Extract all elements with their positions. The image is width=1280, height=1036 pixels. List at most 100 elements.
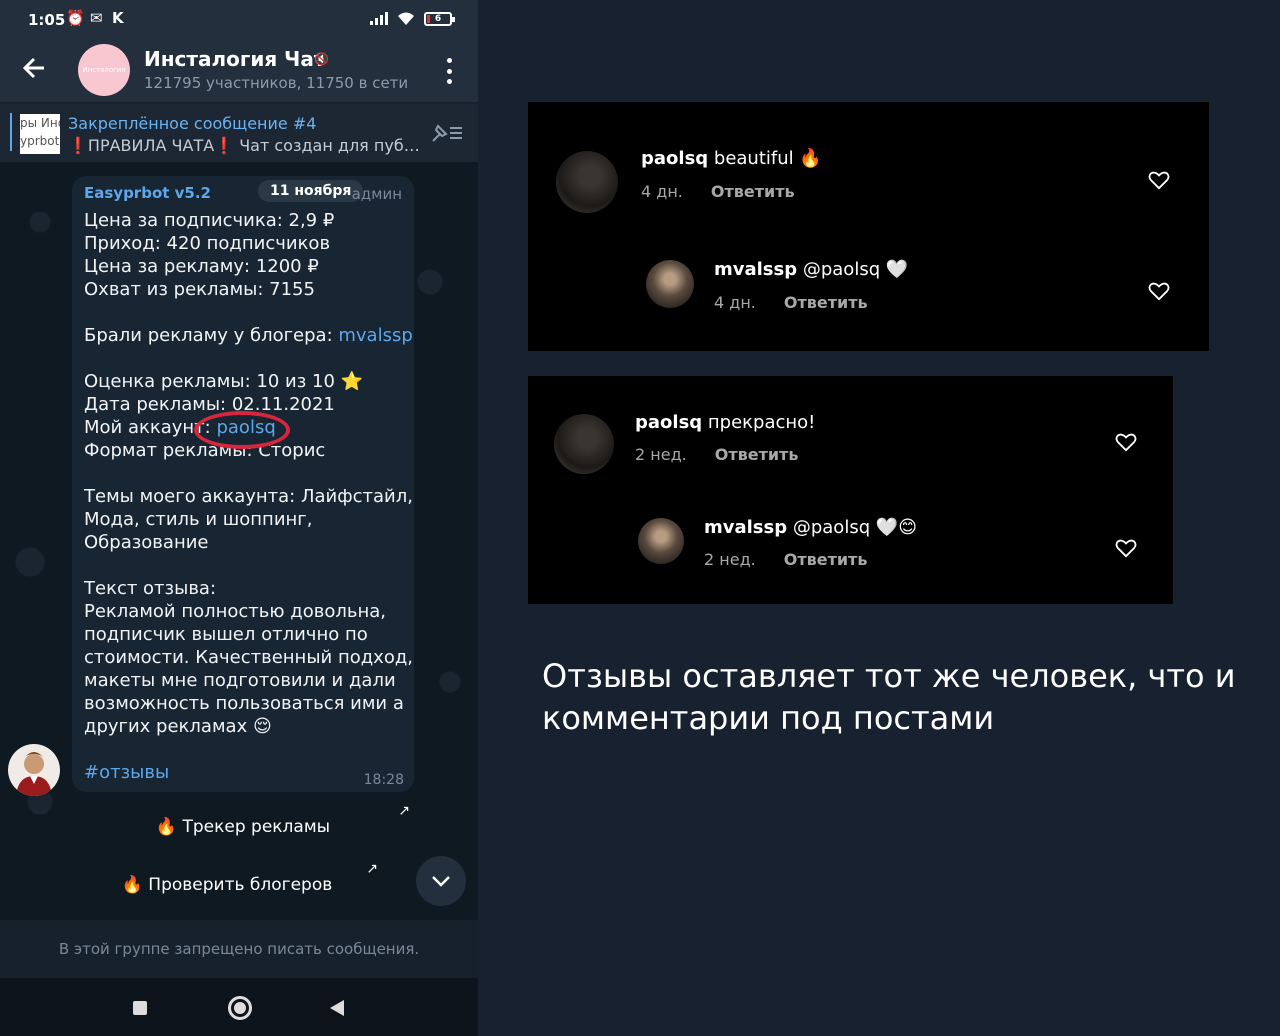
pinned-message[interactable]: ры Инс yprbot Закреплённое сообщение #4 …	[0, 104, 478, 162]
message-line: других рекламах 😌	[84, 715, 413, 738]
mute-icon: 🔇	[314, 52, 329, 66]
message-line-text: Образование	[84, 532, 209, 553]
commenter-avatar[interactable]	[638, 518, 684, 564]
comment-text: mvalssp @paolsq 🤍	[714, 259, 908, 280]
message-line: стоимости. Качественный подход,	[84, 646, 413, 669]
comment-age: 2 нед.	[704, 550, 756, 569]
chevron-down-icon	[432, 876, 450, 887]
message-line-text: Рекламой полностью довольна,	[84, 601, 386, 622]
message-line-text: Мода, стиль и шоппинг,	[84, 509, 313, 530]
recents-icon[interactable]	[133, 1001, 147, 1015]
message-line-text: Цена за рекламу: 1200 ₽	[84, 256, 319, 277]
message-line: подписчик вышел отлично по	[84, 623, 413, 646]
chat-avatar-text: Инсталогия	[82, 66, 126, 74]
pinned-thumb-line2: yprbot	[20, 134, 60, 148]
pin-list-icon[interactable]	[430, 122, 464, 144]
back-arrow-icon[interactable]	[20, 53, 48, 83]
chat-subtitle: 121795 участников, 11750 в сети	[144, 74, 409, 92]
home-icon[interactable]	[228, 996, 252, 1020]
message-line: возможность пользоваться ими а	[84, 692, 413, 715]
comment-meta: 4 дн. Ответить	[714, 293, 868, 312]
reply-button[interactable]: Ответить	[715, 445, 799, 464]
avatar-figure	[16, 752, 52, 796]
message-line-text: стоимости. Качественный подход,	[84, 647, 414, 668]
comment-username[interactable]: mvalssp	[704, 517, 787, 538]
comment-username[interactable]: paolsq	[641, 148, 708, 169]
commenter-avatar[interactable]	[646, 260, 694, 308]
heart-icon[interactable]	[1148, 170, 1170, 190]
scroll-down-button[interactable]	[416, 856, 466, 906]
message-line-text: других рекламах 😌	[84, 716, 272, 737]
message-line: Приход: 420 подписчиков	[84, 232, 413, 255]
commenter-avatar[interactable]	[554, 414, 614, 474]
comment-text: paolsq beautiful 🔥	[641, 148, 822, 169]
more-menu-icon[interactable]	[440, 58, 458, 84]
message-line: Цена за рекламу: 1200 ₽	[84, 255, 413, 278]
chat-title[interactable]: Инсталогия Чат	[144, 47, 325, 71]
pinned-thumb-line1: ры Инс	[20, 116, 60, 130]
heart-icon[interactable]	[1115, 432, 1137, 452]
heart-icon[interactable]	[1148, 281, 1170, 301]
comment-meta: 4 дн. Ответить	[641, 182, 795, 201]
status-icons: 6	[370, 11, 455, 26]
pin-indicator	[10, 113, 12, 151]
mail-icon: ✉	[90, 9, 103, 27]
heart-icon[interactable]	[1115, 538, 1137, 558]
tracker-button[interactable]: 🔥 Трекер рекламы ↗	[72, 802, 414, 852]
message-sender[interactable]: Easyprbot v5.2	[84, 184, 211, 202]
comment-age: 4 дн.	[714, 293, 756, 312]
k-app-icon: K	[112, 9, 124, 27]
chat-header: Инсталогия Инсталогия Чат 🔇 121795 участ…	[0, 38, 478, 102]
message-line-text: Цена за подписчика: 2,9 ₽	[84, 210, 335, 231]
message-line: макеты мне подготовили и дали	[84, 669, 413, 692]
commenter-avatar[interactable]	[556, 151, 618, 213]
message-line-text: Брали рекламу у блогера:	[84, 325, 339, 346]
check-bloggers-button[interactable]: 🔥 Проверить блогеров ↗	[56, 860, 398, 910]
comment-meta: 2 нед. Ответить	[635, 445, 798, 464]
comment-text: paolsq прекрасно!	[635, 412, 815, 433]
message-line: Рекламой полностью довольна,	[84, 600, 413, 623]
message-line-text: Оценка рекламы: 10 из 10 ⭐	[84, 371, 364, 392]
instagram-comments-panel-2: paolsq прекрасно! 2 нед. Ответить mvalssp…	[528, 376, 1173, 604]
wifi-icon	[398, 12, 414, 25]
message-link[interactable]: #отзывы	[84, 762, 169, 783]
check-bloggers-button-label: 🔥 Проверить блогеров	[121, 875, 333, 895]
battery-level: 6	[434, 13, 442, 24]
external-link-icon: ↗	[398, 803, 410, 819]
message-line: Охват из рекламы: 7155	[84, 278, 413, 301]
comment-age: 2 нед.	[635, 445, 687, 464]
message-line-text: Приход: 420 подписчиков	[84, 233, 331, 254]
message-bubble[interactable]: Easyprbot v5.2 11 ноября админ Цена за п…	[72, 176, 414, 792]
android-nav-bar	[0, 978, 478, 1036]
comment-body: прекрасно!	[702, 412, 816, 433]
slide-caption: Отзывы оставляет тот же человек, что и к…	[542, 657, 1236, 737]
message-body: Цена за подписчика: 2,9 ₽ Приход: 420 под…	[84, 209, 413, 784]
input-disabled-notice: В этой группе запрещено писать сообщения…	[0, 920, 478, 978]
message-link[interactable]: mvalssp	[338, 325, 412, 346]
pinned-text: ❗ПРАВИЛА ЧАТА❗ Чат создан для публ…	[68, 136, 428, 155]
message-line: Оценка рекламы: 10 из 10 ⭐	[84, 370, 413, 393]
message-line-text: Текст отзыва:	[84, 578, 217, 599]
message-line-text: Охват из рекламы: 7155	[84, 279, 315, 300]
nav-back-icon[interactable]	[330, 1000, 344, 1016]
tracker-button-label: 🔥 Трекер рекламы	[155, 817, 331, 837]
reply-button[interactable]: Ответить	[711, 182, 795, 201]
chat-avatar[interactable]: Инсталогия	[78, 44, 130, 96]
chat-area: Easyprbot v5.2 11 ноября админ Цена за п…	[0, 162, 478, 920]
comment-text: mvalssp @paolsq 🤍😊	[704, 517, 917, 538]
battery-icon: 6	[424, 11, 455, 26]
date-chip: 11 ноября	[258, 180, 364, 202]
comment-body: @paolsq 🤍	[797, 259, 909, 280]
reply-button[interactable]: Ответить	[784, 550, 868, 569]
message-line-text: возможность пользоваться ими а	[84, 693, 404, 714]
message-line-text: Темы моего аккаунта: Лайфстайл,	[84, 486, 413, 507]
reply-button[interactable]: Ответить	[784, 293, 868, 312]
comment-username[interactable]: paolsq	[635, 412, 702, 433]
user-avatar[interactable]	[8, 744, 60, 796]
signal-icon	[370, 12, 388, 25]
comment-username[interactable]: mvalssp	[714, 259, 797, 280]
